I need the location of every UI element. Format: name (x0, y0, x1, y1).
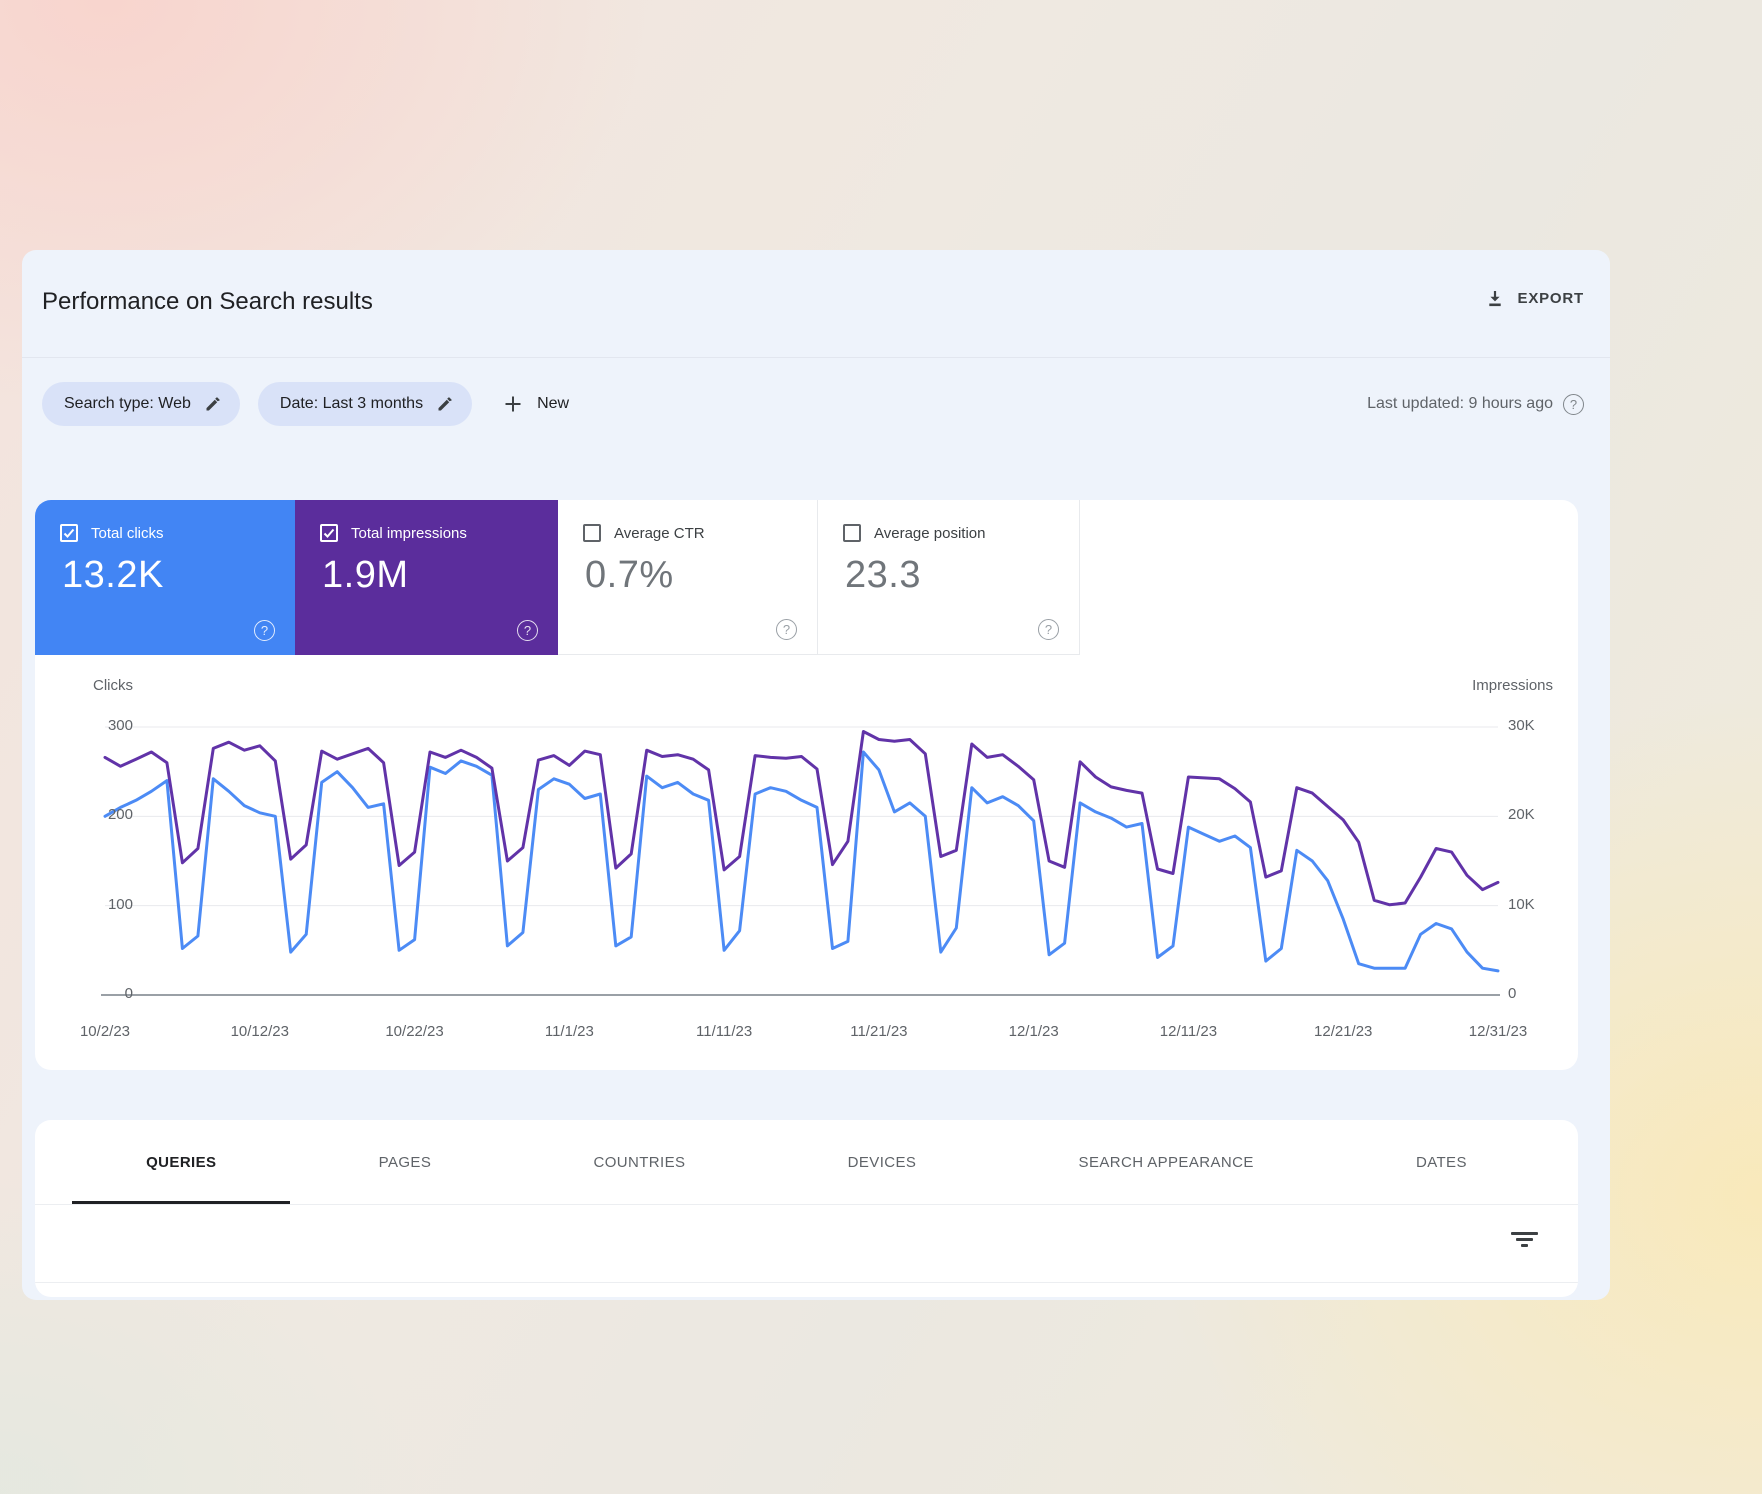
metric-tiles: Total clicks 13.2K Total impressions 1.9… (35, 500, 1578, 655)
x-axis-tick: 10/12/23 (230, 1023, 289, 1040)
y-axis-tick-left: 0 (124, 985, 133, 1002)
tab-pages[interactable]: PAGES (367, 1120, 444, 1204)
y-axis-tick-right: 20K (1508, 806, 1535, 824)
help-icon[interactable] (1563, 393, 1584, 415)
y-axis-tick-left: 300 (107, 717, 133, 734)
metric-label: Total impressions (351, 524, 467, 542)
x-axis-tick: 12/1/23 (1008, 1023, 1059, 1040)
chip-date-range-label: Date: Last 3 months (279, 395, 424, 412)
metric-card-average-position[interactable]: Average position 23.3 (818, 500, 1080, 655)
x-axis-tick: 11/21/23 (850, 1023, 908, 1040)
last-updated-text: Last updated: 9 hours ago (1367, 395, 1553, 412)
table-toolbar (35, 1205, 1578, 1283)
x-axis-tick: 10/2/23 (79, 1023, 131, 1040)
panel-header: Performance on Search results EXPORT (22, 250, 1610, 358)
x-axis-tick: 12/21/23 (1314, 1023, 1373, 1040)
x-axis-tick: 10/22/23 (385, 1023, 444, 1040)
y-axis-tick-right: 30K (1508, 717, 1535, 734)
chip-search-type[interactable]: Search type: Web (42, 382, 240, 426)
right-axis-title: Impressions (1472, 677, 1553, 694)
help-icon[interactable] (517, 620, 538, 641)
page-title: Performance on Search results (42, 288, 373, 315)
metric-value: 23.3 (845, 554, 921, 596)
x-axis-tick: 11/11/23 (696, 1023, 753, 1040)
tab-search-appearance[interactable]: SEARCH APPEARANCE (1067, 1120, 1266, 1204)
new-filter-button[interactable]: New (502, 393, 569, 415)
download-icon (1485, 288, 1505, 308)
metric-label: Average CTR (614, 524, 705, 542)
y-axis-tick-right: 0 (1508, 985, 1517, 1002)
performance-line-chart[interactable] (35, 655, 1578, 1070)
help-icon[interactable] (776, 619, 797, 640)
x-axis-tick: 11/1/23 (544, 1023, 594, 1040)
help-icon[interactable] (1038, 619, 1059, 640)
tab-countries[interactable]: COUNTRIES (581, 1120, 697, 1204)
metric-label: Average position (874, 524, 986, 542)
filter-list-icon[interactable] (1510, 1232, 1538, 1250)
metric-card-average-ctr[interactable]: Average CTR 0.7% (558, 500, 818, 655)
metric-label: Total clicks (91, 524, 164, 542)
chart-card: Total clicks 13.2K Total impressions 1.9… (35, 500, 1578, 1070)
new-filter-label: New (537, 395, 570, 412)
y-axis-tick-right: 10K (1508, 895, 1535, 913)
last-updated: Last updated: 9 hours ago (1367, 393, 1584, 415)
performance-panel: Performance on Search results EXPORT Sea… (22, 250, 1610, 1300)
tab-queries[interactable]: QUERIES (71, 1120, 291, 1204)
filter-bar: Search type: Web Date: Last 3 months New… (42, 382, 1584, 426)
checkbox-checked-icon[interactable] (320, 524, 338, 542)
tab-dates[interactable]: DATES (1404, 1120, 1479, 1204)
metric-value: 0.7% (585, 554, 674, 596)
chip-date-range[interactable]: Date: Last 3 months (257, 382, 473, 426)
metric-value: 13.2K (62, 554, 164, 596)
metric-card-total-clicks[interactable]: Total clicks 13.2K (35, 500, 295, 655)
checkbox-unchecked-icon[interactable] (843, 524, 861, 542)
y-axis-tick-left: 100 (107, 895, 133, 913)
edit-pencil-icon (204, 395, 222, 413)
y-axis-tick-left: 200 (107, 806, 133, 824)
export-label: EXPORT (1517, 289, 1584, 307)
x-axis-tick: 12/31/23 (1468, 1023, 1528, 1040)
x-axis-tick: 12/11/23 (1159, 1023, 1218, 1040)
tab-devices[interactable]: DEVICES (836, 1120, 929, 1204)
metric-value: 1.9M (322, 554, 409, 596)
left-axis-title: Clicks (93, 677, 133, 694)
edit-pencil-icon (436, 395, 454, 413)
chart-region: Clicks Impressions 300 200 100 0 30K 20K 10K 0 10/… (35, 655, 1578, 1070)
plus-icon (502, 393, 524, 415)
checkbox-unchecked-icon[interactable] (583, 524, 601, 542)
help-icon[interactable] (254, 620, 275, 641)
metric-card-total-impressions[interactable]: Total impressions 1.9M (295, 500, 558, 655)
chip-search-type-label: Search type: Web (64, 395, 191, 412)
checkbox-checked-icon[interactable] (60, 524, 78, 542)
dimension-tabs: QUERIES PAGES COUNTRIES DEVICES SEARCH A… (35, 1120, 1578, 1205)
dimensions-table-card: QUERIES PAGES COUNTRIES DEVICES SEARCH A… (35, 1120, 1578, 1297)
export-button[interactable]: EXPORT (1485, 288, 1584, 308)
